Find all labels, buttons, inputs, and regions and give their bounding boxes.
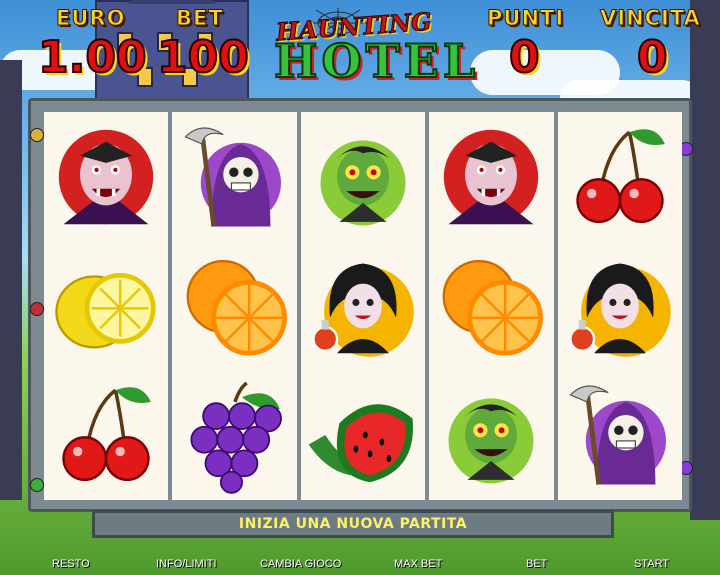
reel-cell [429,241,553,370]
zombie-symbol-icon [320,140,406,226]
grim-reaper-symbol-icon [184,127,281,227]
logo-line2: HOTEL [273,33,480,89]
punti-value: 0 [508,31,541,84]
orange-symbol-icon [186,259,287,356]
vincita-label: VINCITA [600,6,701,31]
euro-label: EURO [55,6,126,31]
reel-column [44,112,169,500]
info-limiti-button[interactable]: INFO/LIMITI [156,558,217,570]
message-text: INIZIA UNA NUOVA PARTITA [238,516,468,532]
grapes-symbol-icon [190,381,282,495]
punti-label: PUNTI [486,6,565,31]
reel-cell [44,112,168,241]
bet-label: BET [176,6,224,31]
reel-cell [301,112,425,241]
payline-marker-gem [30,302,44,316]
reel-cell [172,112,296,241]
reels-area [44,112,683,500]
euro-value: 1.00 [37,31,148,84]
start-button[interactable]: START [634,558,669,570]
reel-cell [44,371,168,500]
payline-marker-gem [30,128,44,142]
reel-cell [44,241,168,370]
reel-cell [301,241,425,370]
reel-cell [429,112,553,241]
watermelon-symbol-icon [308,404,414,483]
bet-value: 100 [156,31,250,84]
reel-cell [558,371,682,500]
reel-cell [558,112,682,241]
vampire-symbol-icon [59,129,154,224]
lemon-symbol-icon [55,272,156,349]
resto-button[interactable]: RESTO [52,558,90,570]
witch-symbol-icon [312,263,414,357]
witch-symbol-icon [569,263,671,357]
reel-cell [172,371,296,500]
grim-reaper-symbol-icon [569,385,666,486]
zombie-symbol-icon [448,398,534,484]
reel-cell [429,371,553,500]
reel-column [300,112,426,500]
vampire-symbol-icon [444,129,539,224]
game-logo: HAUNTING HOTEL [268,6,476,90]
cambia-gioco-button[interactable]: CAMBIA GIOCO [260,558,341,570]
reel-column [429,112,554,500]
max-bet-button[interactable]: MAX BET [394,558,442,570]
cherry-symbol-icon [62,387,152,482]
reel-cell [558,241,682,370]
orange-symbol-icon [443,259,544,356]
bet-button[interactable]: BET [526,558,547,570]
reel-cell [172,241,296,370]
message-bar: INIZIA UNA NUOVA PARTITA [92,510,614,538]
reel-column [172,112,297,500]
reel-column [557,112,683,500]
cherry-symbol-icon [576,128,665,223]
payline-marker-gem [30,478,44,492]
vincita-value: 0 [636,31,669,84]
reel-cell [301,371,425,500]
